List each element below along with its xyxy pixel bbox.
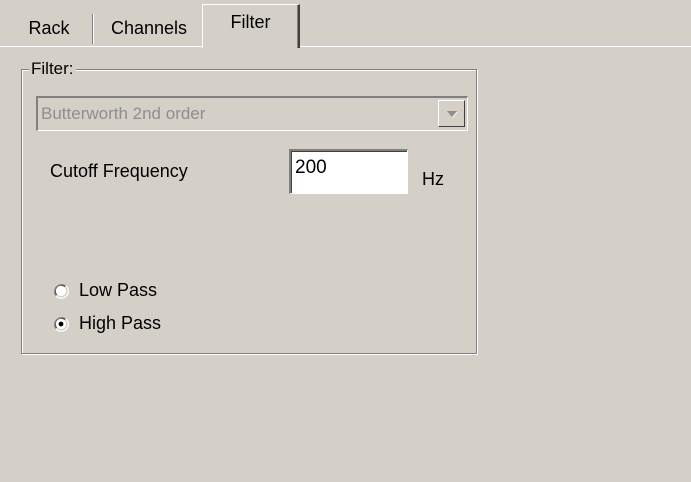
tab-filter[interactable]: Filter (202, 4, 300, 48)
high-pass-radio[interactable] (53, 316, 69, 332)
chevron-down-icon (446, 110, 458, 118)
filter-group-legend: Filter: (29, 59, 76, 79)
low-pass-label: Low Pass (79, 280, 158, 300)
low-pass-radio-row[interactable]: Low Pass (53, 280, 157, 301)
frequency-unit-label: Hz (422, 169, 444, 189)
cutoff-frequency-value: 200 (295, 157, 327, 178)
tab-channels[interactable]: Channels (96, 9, 202, 47)
tab-channels-label: Channels (110, 17, 188, 38)
tab-rack[interactable]: Rack (8, 9, 90, 47)
high-pass-radio-row[interactable]: High Pass (53, 313, 161, 334)
high-pass-label: High Pass (79, 313, 162, 333)
radio-selected-dot (58, 321, 64, 326)
filter-tab-page: Filter: Butterworth 2nd order Cutoff Fre… (10, 48, 691, 482)
cutoff-frequency-label: Cutoff Frequency (50, 161, 188, 181)
low-pass-radio[interactable] (53, 283, 69, 299)
filter-type-dropdown[interactable]: Butterworth 2nd order (36, 96, 468, 131)
tab-strip: Rack Channels Filter (0, 0, 691, 48)
tab-filter-label: Filter (230, 12, 271, 32)
cutoff-frequency-input[interactable]: 200 (289, 149, 408, 194)
dropdown-arrow-button[interactable] (438, 100, 465, 127)
tab-separator (92, 14, 94, 44)
tab-rack-label: Rack (28, 17, 70, 38)
filter-type-value: Butterworth 2nd order (41, 104, 206, 123)
